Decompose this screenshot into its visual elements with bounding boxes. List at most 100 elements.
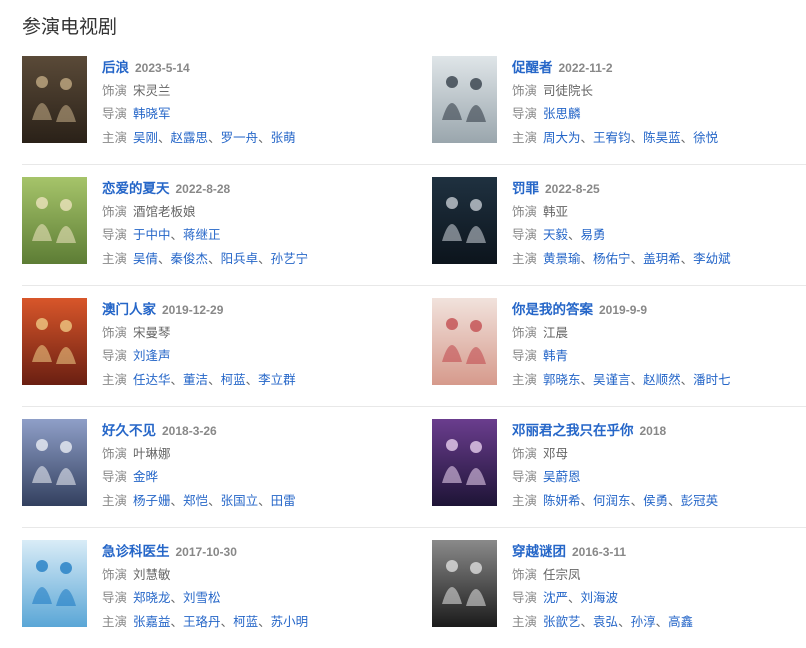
director-link[interactable]: 刘雪松 <box>183 591 221 605</box>
director-link[interactable]: 易勇 <box>581 228 606 242</box>
cast-link[interactable]: 李幼斌 <box>693 252 731 266</box>
drama-item: 你是我的答案 2019-9-9 饰演 江晨 导演 韩青 主演 郭晓东、吴谨言、赵顺然、潘时七 <box>432 298 802 394</box>
poster-image[interactable] <box>22 298 87 385</box>
separator: 、 <box>580 493 594 508</box>
cast-link[interactable]: 董洁 <box>183 373 208 387</box>
drama-title-link[interactable]: 穿越谜团 <box>512 544 566 559</box>
cast-link[interactable]: 罗一舟 <box>221 131 259 145</box>
title-line: 邓丽君之我只在乎你 2018 <box>512 419 806 443</box>
drama-item: 邓丽君之我只在乎你 2018 饰演 邓母 导演 吴蔚恩 主演 陈妍希、何润东、侯勇、彭冠英 <box>432 419 802 515</box>
cast-link[interactable]: 苏小明 <box>271 615 309 629</box>
role-line: 饰演 宋曼琴 <box>102 322 402 346</box>
cast-link[interactable]: 潘时七 <box>693 373 731 387</box>
poster-image[interactable] <box>432 540 497 627</box>
director-link[interactable]: 沈严 <box>543 591 568 605</box>
cast-link[interactable]: 吴谨言 <box>593 373 631 387</box>
cast-link[interactable]: 任达华 <box>133 373 171 387</box>
cast-link[interactable]: 陈妍希 <box>543 494 581 508</box>
poster-image[interactable] <box>22 540 87 627</box>
cast-line: 主演 周大为、王宥钧、陈昊蓝、徐悦 <box>512 127 806 151</box>
cast-link[interactable]: 盖玥希 <box>643 252 681 266</box>
separator: 、 <box>655 614 669 629</box>
poster-image[interactable] <box>432 419 497 506</box>
cast-link[interactable]: 阳兵卓 <box>221 252 259 266</box>
drama-title-link[interactable]: 好久不见 <box>102 423 156 438</box>
director-link[interactable]: 蒋继正 <box>183 228 221 242</box>
role-line: 饰演 任宗凤 <box>512 564 806 588</box>
cast-link[interactable]: 李立群 <box>258 373 296 387</box>
director-link[interactable]: 韩青 <box>543 349 568 363</box>
cast-link[interactable]: 柯蓝 <box>233 615 258 629</box>
separator: 、 <box>245 372 259 387</box>
poster-image[interactable] <box>22 419 87 506</box>
cast-link[interactable]: 赵露思 <box>171 131 209 145</box>
cast-link[interactable]: 陈昊蓝 <box>643 131 681 145</box>
title-line: 穿越谜团 2016-3-11 <box>512 540 806 564</box>
director-link[interactable]: 天毅 <box>543 228 568 242</box>
director-link[interactable]: 郑晓龙 <box>133 591 171 605</box>
director-line: 导演 韩青 <box>512 345 806 369</box>
cast-link[interactable]: 杨子姗 <box>133 494 171 508</box>
poster-image[interactable] <box>22 56 87 143</box>
director-link[interactable]: 于中中 <box>133 228 171 242</box>
cast-link[interactable]: 杨佑宁 <box>593 252 631 266</box>
title-line: 罚罪 2022-8-25 <box>512 177 806 201</box>
poster-image[interactable] <box>432 56 497 143</box>
director-link[interactable]: 韩晓军 <box>133 107 171 121</box>
director-line: 导演 于中中、蒋继正 <box>102 224 402 248</box>
cast-link[interactable]: 孙艺宁 <box>271 252 309 266</box>
poster-image[interactable] <box>432 298 497 385</box>
cast-link[interactable]: 袁弘 <box>593 615 618 629</box>
drama-title-link[interactable]: 邓丽君之我只在乎你 <box>512 423 634 438</box>
cast-link[interactable]: 张歆艺 <box>543 615 581 629</box>
cast-link[interactable]: 徐悦 <box>693 131 718 145</box>
director-link[interactable]: 吴蔚恩 <box>543 470 581 484</box>
director-line: 导演 天毅、易勇 <box>512 224 806 248</box>
cast-link[interactable]: 吴刚 <box>133 131 158 145</box>
cast-link[interactable]: 郑恺 <box>183 494 208 508</box>
role-label: 饰演 <box>102 83 128 98</box>
cast-link[interactable]: 吴倩 <box>133 252 158 266</box>
cast-link[interactable]: 张国立 <box>221 494 259 508</box>
cast-link[interactable]: 田雷 <box>271 494 296 508</box>
cast-link[interactable]: 郭晓东 <box>543 373 581 387</box>
director-link[interactable]: 金晔 <box>133 470 158 484</box>
separator: 、 <box>208 493 221 508</box>
drama-title-link[interactable]: 你是我的答案 <box>512 302 593 317</box>
drama-row: 后浪 2023-5-14 饰演 宋灵兰 导演 韩晓军 主演 吴刚、赵露思、罗一舟、张萌 促醒者 2… <box>22 44 806 165</box>
separator: 、 <box>630 251 644 266</box>
separator: 、 <box>580 372 594 387</box>
drama-title-link[interactable]: 促醒者 <box>512 60 553 75</box>
director-link[interactable]: 刘逢声 <box>133 349 171 363</box>
drama-title-link[interactable]: 恋爱的夏天 <box>102 181 170 196</box>
drama-title-link[interactable]: 后浪 <box>102 60 129 75</box>
cast-link[interactable]: 孙淳 <box>631 615 656 629</box>
cast-link[interactable]: 黄景瑜 <box>543 252 581 266</box>
cast-link[interactable]: 张萌 <box>271 131 296 145</box>
poster-image[interactable] <box>432 177 497 264</box>
separator: 、 <box>630 130 644 145</box>
cast-link[interactable]: 何润东 <box>593 494 631 508</box>
cast-link[interactable]: 王宥钧 <box>593 131 631 145</box>
cast-link[interactable]: 张嘉益 <box>133 615 171 629</box>
drama-title-link[interactable]: 澳门人家 <box>102 302 156 317</box>
cast-link[interactable]: 柯蓝 <box>221 373 246 387</box>
poster-image[interactable] <box>22 177 87 264</box>
separator: 、 <box>258 493 271 508</box>
drama-title-link[interactable]: 急诊科医生 <box>102 544 170 559</box>
cast-link[interactable]: 王珞丹 <box>183 615 221 629</box>
separator: 、 <box>170 614 184 629</box>
cast-link[interactable]: 彭冠英 <box>681 494 719 508</box>
cast-link[interactable]: 赵顺然 <box>643 373 681 387</box>
poster-art <box>432 177 497 264</box>
cast-link[interactable]: 高鑫 <box>668 615 693 629</box>
separator: 、 <box>208 251 221 266</box>
drama-title-link[interactable]: 罚罪 <box>512 181 539 196</box>
director-link[interactable]: 刘海波 <box>581 591 619 605</box>
cast-link[interactable]: 侯勇 <box>643 494 668 508</box>
poster-art <box>432 56 497 143</box>
cast-link[interactable]: 周大为 <box>543 131 581 145</box>
release-date: 2023-5-14 <box>135 61 190 75</box>
cast-link[interactable]: 秦俊杰 <box>171 252 209 266</box>
director-link[interactable]: 张思麟 <box>543 107 581 121</box>
